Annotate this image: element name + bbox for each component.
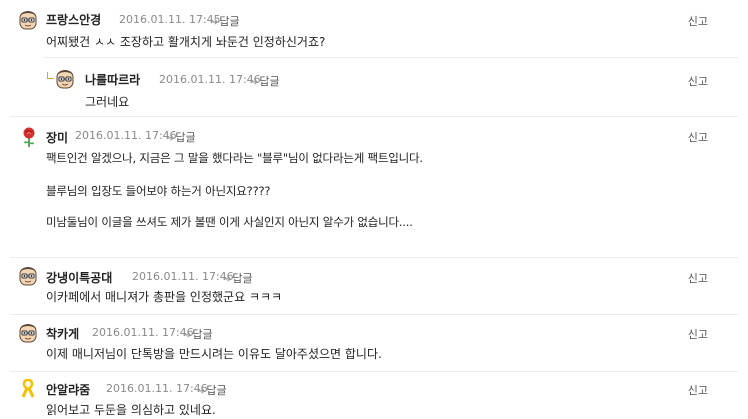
reply-indicator-icon [47,72,54,79]
comment-nickname[interactable]: 안알랴줌 [46,381,90,398]
reply-arrow-icon: ➔ [166,133,175,144]
reply-button-label[interactable]: 답글 [219,15,239,28]
comment-text-line: 팩트인건 알겠으나, 지금은 그 말을 했다라는 "블루"님이 없다라는게 팩트… [46,151,423,165]
reply-arrow-icon: ➔ [210,17,219,28]
comment-text: 읽어보고 두둔을 의심하고 있네요. [46,403,216,417]
comment-text: 이카페에서 매니져가 총판을 인정했군요 ㅋㅋㅋ [46,290,283,304]
reply-button[interactable]: ➔답글 [223,270,253,286]
comment-item: 강냉이특공대 2016.01.11. 17:46 ➔답글 신고 이카페에서 매니… [0,258,748,314]
comment-nickname[interactable]: 착카게 [46,325,79,342]
face-glasses-icon[interactable] [17,322,39,344]
reply-divider [44,57,738,58]
comment-text: 그러네요 [85,95,130,109]
reply-button-label[interactable]: 답글 [206,384,226,397]
reply-button-label[interactable]: 답글 [192,328,212,341]
comment-nickname[interactable]: 장미 [46,129,68,146]
comment-date: 2016.01.11. 17:46 [106,382,208,395]
comment-nickname[interactable]: 프랑스안경 [46,11,101,28]
comment-date: 2016.01.11. 17:46 [132,270,234,283]
comment-item: 안알랴줌 2016.01.11. 17:46 ➔답글 신고 읽어보고 두둔을 의… [0,372,748,419]
reply-arrow-icon: ➔ [197,386,206,397]
reply-button[interactable]: ➔답글 [166,129,196,145]
face-glasses-icon[interactable] [17,265,39,287]
report-button[interactable]: 신고 [688,13,708,29]
reply-button[interactable]: ➔답글 [197,382,227,398]
reply-comment-item: 나를따르라 2016.01.11. 17:46 ➔답글 신고 그러네요 [0,60,748,120]
comment-date: 2016.01.11. 17:45 [119,13,221,26]
reply-button-label[interactable]: 답글 [232,272,252,285]
reply-button[interactable]: ➔답글 [210,13,240,29]
yellow-ribbon-icon[interactable] [17,377,39,399]
comment-item: 장미 2016.01.11. 17:46 ➔답글 신고 팩트인건 알겠으나, 지… [0,117,748,257]
comment-text: 이제 매니저님이 단톡방을 만드시려는 이유도 달아주셨으면 합니다. [46,347,382,361]
comment-nickname[interactable]: 나를따르라 [85,71,140,88]
reply-arrow-icon: ➔ [250,77,259,88]
comment-nickname[interactable]: 강냉이특공대 [46,269,112,286]
comment-text-line: 블루님의 입장도 들어보야 하는거 아닌지요???? [46,184,271,198]
rose-icon[interactable] [18,126,40,148]
reply-button[interactable]: ➔답글 [183,326,213,342]
comment-text-line: 미남둘님이 이글을 쓰셔도 제가 볼땐 이게 사실인지 아닌지 알수가 없습니다… [46,215,413,229]
comment-date: 2016.01.11. 17:46 [92,326,194,339]
face-glasses-icon[interactable] [17,9,39,31]
reply-button[interactable]: ➔답글 [250,73,280,89]
report-button[interactable]: 신고 [688,326,708,342]
reply-arrow-icon: ➔ [183,330,192,341]
comment-item: 프랑스안경 2016.01.11. 17:45 ➔답글 신고 어찌됐건 ㅅㅅ 조… [0,0,748,60]
report-button[interactable]: 신고 [688,73,708,89]
report-button[interactable]: 신고 [688,382,708,398]
face-glasses-icon[interactable] [54,68,76,90]
comment-item: 착카게 2016.01.11. 17:46 ➔답글 신고 이제 매니저님이 단톡… [0,315,748,371]
comment-date: 2016.01.11. 17:46 [75,129,177,142]
reply-arrow-icon: ➔ [223,274,232,285]
comment-date: 2016.01.11. 17:46 [159,73,261,86]
reply-button-label[interactable]: 답글 [175,131,195,144]
reply-button-label[interactable]: 답글 [259,75,279,88]
report-button[interactable]: 신고 [688,270,708,286]
report-button[interactable]: 신고 [688,129,708,145]
comment-text: 어찌됐건 ㅅㅅ 조장하고 활개치게 놔둔건 인정하신거죠? [46,35,326,49]
